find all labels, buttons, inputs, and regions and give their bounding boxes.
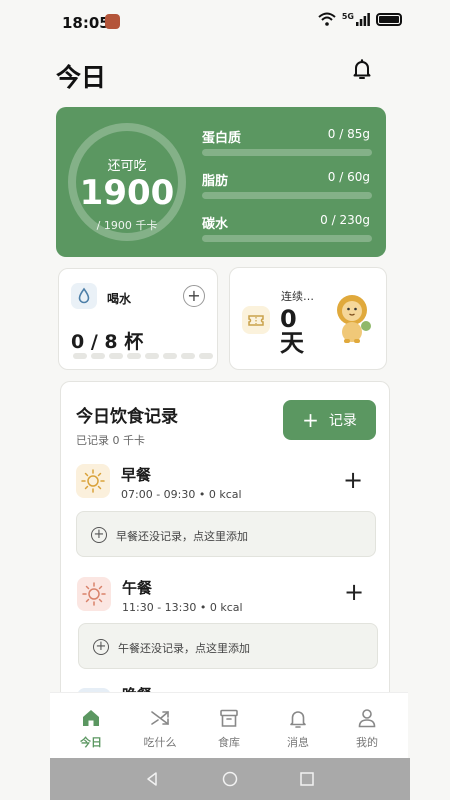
shuffle-icon [151, 711, 169, 725]
breakfast-empty-placeholder[interactable]: + 早餐还没记录，点这里添加 [76, 511, 376, 557]
ticket-icon [242, 306, 270, 334]
add-circle-icon: + [91, 527, 107, 543]
calorie-ring: 还可吃 1900 / 1900 千卡 [68, 123, 186, 241]
record-button[interactable]: + 记录 [283, 400, 376, 440]
streak-card[interactable]: 连续… 0 天 [229, 267, 387, 370]
add-circle-icon: + [93, 639, 109, 655]
meal-name-breakfast: 早餐 [121, 466, 152, 484]
user-icon [358, 709, 376, 728]
tab-messages[interactable]: 消息 [268, 707, 328, 750]
calorie-target: / 1900 千卡 [96, 219, 158, 232]
macro-progress-bar [202, 235, 372, 242]
system-navigation-bar [50, 758, 410, 800]
bell-icon [290, 711, 306, 728]
meal-meta-lunch: 11:30 - 13:30 • 0 kcal [122, 601, 243, 614]
tab-what-to-eat[interactable]: 吃什么 [130, 707, 190, 750]
tab-food-library[interactable]: 食库 [199, 707, 259, 750]
meal-name-lunch: 午餐 [122, 579, 153, 597]
water-cup-indicator [91, 353, 105, 359]
calorie-remaining-label: 还可吃 [107, 159, 147, 174]
notification-bell-icon[interactable] [350, 57, 374, 81]
water-card[interactable]: 喝水 + 0 / 8 杯 [58, 268, 218, 370]
macro-name: 碳水 [202, 217, 229, 232]
signal-icon [356, 12, 370, 26]
lunch-empty-text: 午餐还没记录，点这里添加 [118, 642, 250, 655]
water-count: 0 / 8 杯 [71, 331, 144, 353]
tab-label: 消息 [287, 736, 309, 749]
macro-protein: 蛋白质 0 / 85g [202, 127, 372, 161]
macro-progress-bar [202, 149, 372, 156]
plus-icon: + [302, 408, 319, 432]
sun-icon [76, 464, 110, 498]
back-icon[interactable] [144, 771, 160, 787]
water-cup-indicator [127, 353, 141, 359]
status-icons: 5G [318, 12, 402, 26]
wifi-icon [318, 12, 336, 26]
recents-icon[interactable] [299, 771, 315, 787]
tab-label: 吃什么 [143, 736, 177, 749]
streak-unit: 天 [280, 329, 304, 357]
streak-label: 连续… [281, 290, 314, 303]
water-cup-indicator [109, 353, 123, 359]
bottom-tab-bar: 今日 吃什么 食库 消息 我的 [50, 692, 408, 758]
macro-name: 脂肪 [202, 174, 229, 189]
home-nav-icon[interactable] [222, 771, 238, 787]
nutrition-summary-card[interactable]: 还可吃 1900 / 1900 千卡 蛋白质 0 / 85g 脂肪 0 / 60… [56, 107, 386, 257]
tab-today[interactable]: 今日 [61, 707, 121, 750]
sun-icon [77, 577, 111, 611]
macro-value: 0 / 60g [327, 170, 370, 184]
breakfast-empty-text: 早餐还没记录，点这里添加 [116, 530, 248, 543]
page-title: 今日 [56, 63, 107, 92]
water-cup-indicator [199, 353, 213, 359]
diary-subtitle: 已记录 0 千卡 [76, 434, 145, 447]
lion-mascot-icon [337, 295, 371, 343]
water-cup-indicator [145, 353, 159, 359]
network-label: 5G [341, 11, 354, 21]
app-notification-icon [105, 14, 120, 29]
diary-title: 今日饮食记录 [76, 407, 178, 427]
lunch-empty-placeholder[interactable]: + 午餐还没记录，点这里添加 [78, 623, 378, 669]
tab-label: 食库 [218, 736, 240, 749]
tab-profile[interactable]: 我的 [337, 707, 397, 750]
tab-label: 今日 [80, 736, 102, 749]
add-water-button[interactable]: + [183, 285, 205, 307]
archive-icon [220, 709, 238, 727]
water-cups [73, 353, 213, 359]
macro-progress-bar [202, 192, 372, 199]
water-cup-indicator [73, 353, 87, 359]
macro-value: 0 / 230g [320, 213, 370, 227]
meal-meta-breakfast: 07:00 - 09:30 • 0 kcal [121, 488, 242, 501]
home-icon [83, 710, 99, 726]
record-button-label: 记录 [328, 413, 357, 429]
battery-icon [376, 12, 402, 26]
tab-label: 我的 [356, 736, 378, 749]
meal-diary-card: 今日饮食记录 已记录 0 千卡 + 记录 早餐 07:00 - 09:30 • … [60, 381, 390, 721]
calorie-remaining-value: 1900 [79, 173, 175, 213]
water-cup-indicator [181, 353, 195, 359]
macro-name: 蛋白质 [202, 131, 242, 146]
water-drop-icon [71, 283, 97, 309]
macro-value: 0 / 85g [327, 127, 370, 141]
water-cup-indicator [163, 353, 177, 359]
add-lunch-button[interactable]: + [344, 580, 364, 604]
macro-carbs: 碳水 0 / 230g [202, 213, 372, 247]
add-breakfast-button[interactable]: + [343, 468, 363, 492]
water-label: 喝水 [107, 292, 132, 306]
status-bar: 18:05 5G [0, 0, 450, 40]
status-time: 18:05 [62, 14, 110, 32]
macro-fat: 脂肪 0 / 60g [202, 170, 372, 204]
